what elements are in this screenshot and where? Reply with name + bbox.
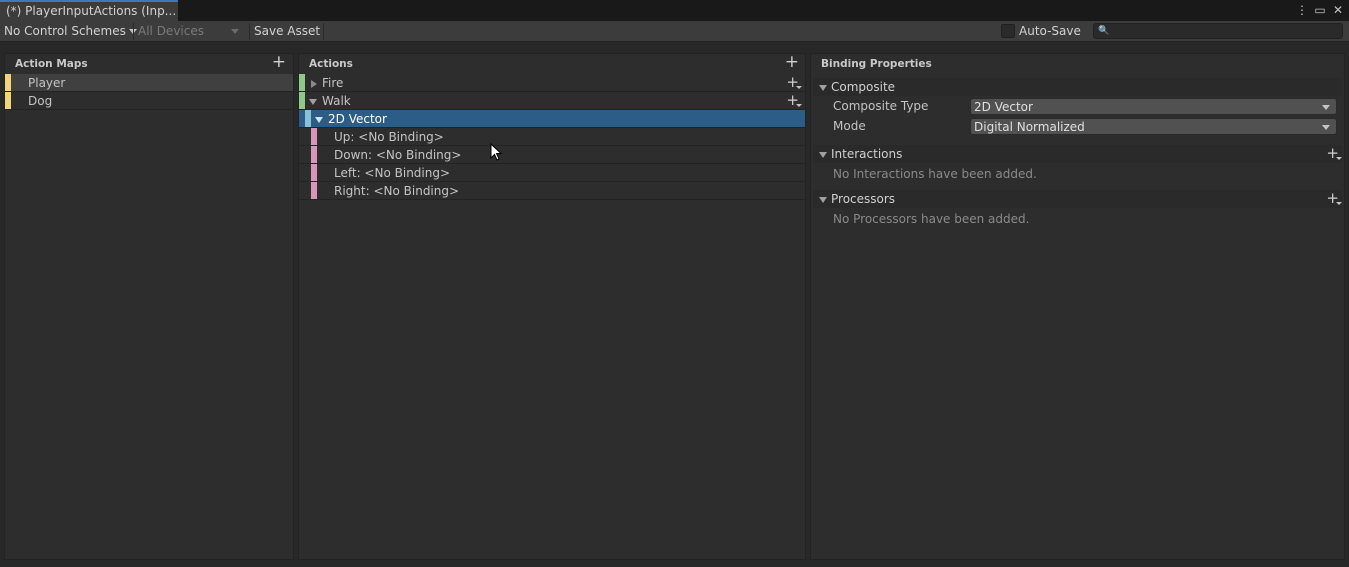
add-processor-icon[interactable]: + xyxy=(1326,191,1342,206)
binding-label: Down: <No Binding> xyxy=(334,148,462,162)
collapse-arrow-icon[interactable] xyxy=(819,196,827,203)
binding-item-down[interactable]: Down: <No Binding> xyxy=(299,146,805,164)
processors-empty-message: No Processors have been added. xyxy=(833,212,1030,226)
chevron-down-icon xyxy=(231,29,239,34)
toolbar-divider xyxy=(133,23,134,40)
binding-properties-title: Binding Properties xyxy=(821,58,932,70)
actions-panel: Actions + Fire + Walk + 2D Vector Up: <N… xyxy=(298,53,806,560)
add-interaction-icon[interactable]: + xyxy=(1326,146,1342,161)
window-controls: ⋮ ▭ ✕ xyxy=(1295,2,1345,18)
action-color-bar xyxy=(299,92,305,109)
window-tab-bar: (*) PlayerInputActions (Inp... ⋮ ▭ ✕ xyxy=(0,0,1349,21)
add-action-icon[interactable]: + xyxy=(785,54,799,71)
toolbar-divider xyxy=(249,23,250,40)
binding-color-bar xyxy=(311,164,317,181)
toolbar-divider xyxy=(323,23,324,40)
search-input[interactable]: 🔍 xyxy=(1093,23,1343,39)
devices-dropdown[interactable]: All Devices xyxy=(138,22,242,41)
actions-title: Actions xyxy=(309,58,353,70)
save-asset-button[interactable]: Save Asset xyxy=(254,22,320,41)
composite-section-title: Composite xyxy=(831,80,896,94)
control-schemes-dropdown[interactable]: No Control Schemes xyxy=(4,22,137,41)
action-map-label: Player xyxy=(28,76,66,90)
toolbar: No Control Schemes All Devices Save Asse… xyxy=(0,21,1349,42)
close-icon[interactable]: ✕ xyxy=(1331,2,1345,18)
window-tab[interactable]: (*) PlayerInputActions (Inp... xyxy=(0,0,178,21)
kebab-menu-icon[interactable]: ⋮ xyxy=(1295,2,1309,18)
composite-type-value: 2D Vector xyxy=(974,100,1033,114)
collapse-arrow-icon[interactable] xyxy=(819,84,827,91)
action-color-bar xyxy=(299,74,305,91)
binding-properties-panel: Binding Properties Composite Composite T… xyxy=(810,53,1345,560)
processors-section-header[interactable]: Processors + xyxy=(813,190,1342,208)
control-schemes-label: No Control Schemes xyxy=(4,24,126,38)
collapse-arrow-icon[interactable] xyxy=(309,98,317,105)
binding-color-bar xyxy=(311,128,317,145)
action-map-item-player[interactable]: Player xyxy=(5,74,293,92)
add-binding-icon[interactable]: + xyxy=(786,75,802,90)
action-maps-title: Action Maps xyxy=(15,58,88,70)
action-map-color-bar xyxy=(5,92,11,109)
binding-item-right[interactable]: Right: <No Binding> xyxy=(299,182,805,200)
binding-label: Right: <No Binding> xyxy=(334,184,460,198)
binding-properties-header: Binding Properties xyxy=(811,54,1344,74)
binding-label: Up: <No Binding> xyxy=(334,130,444,144)
add-action-map-icon[interactable]: + xyxy=(272,54,286,71)
collapse-arrow-icon[interactable] xyxy=(315,116,323,123)
mode-row: Mode Digital Normalized xyxy=(813,116,1342,136)
composite-type-row: Composite Type 2D Vector xyxy=(813,96,1342,116)
composite-type-dropdown[interactable]: 2D Vector xyxy=(970,98,1337,115)
composite-color-bar xyxy=(305,110,311,127)
interactions-section-title: Interactions xyxy=(831,147,903,161)
maximize-icon[interactable]: ▭ xyxy=(1313,2,1327,18)
composite-label: 2D Vector xyxy=(328,112,387,126)
binding-item-left[interactable]: Left: <No Binding> xyxy=(299,164,805,182)
interactions-empty-message: No Interactions have been added. xyxy=(833,167,1037,181)
search-icon: 🔍 xyxy=(1098,26,1110,36)
binding-label: Left: <No Binding> xyxy=(334,166,451,180)
actions-header: Actions + xyxy=(299,54,805,74)
action-maps-header: Action Maps + xyxy=(5,54,293,74)
devices-label: All Devices xyxy=(138,24,204,38)
binding-item-up[interactable]: Up: <No Binding> xyxy=(299,128,805,146)
action-item-fire[interactable]: Fire + xyxy=(299,74,805,92)
mode-value: Digital Normalized xyxy=(974,120,1085,134)
action-map-label: Dog xyxy=(28,94,53,108)
action-map-color-bar xyxy=(5,74,11,91)
composite-binding-2d-vector[interactable]: 2D Vector xyxy=(299,110,805,128)
auto-save-checkbox[interactable] xyxy=(1001,24,1015,38)
mode-dropdown[interactable]: Digital Normalized xyxy=(970,118,1337,135)
chevron-down-icon xyxy=(1322,105,1330,110)
action-map-item-dog[interactable]: Dog xyxy=(5,92,293,110)
action-maps-panel: Action Maps + Player Dog xyxy=(4,53,294,560)
mouse-cursor-icon xyxy=(490,143,503,161)
mode-label: Mode xyxy=(833,119,866,133)
composite-type-label: Composite Type xyxy=(833,99,929,113)
binding-color-bar xyxy=(311,182,317,199)
processors-section-title: Processors xyxy=(831,192,896,206)
collapse-arrow-icon[interactable] xyxy=(819,151,827,158)
add-binding-icon[interactable]: + xyxy=(786,93,802,108)
action-label: Fire xyxy=(322,76,344,90)
interactions-section-header[interactable]: Interactions + xyxy=(813,145,1342,163)
expand-arrow-icon[interactable] xyxy=(311,79,317,88)
auto-save-label: Auto-Save xyxy=(1019,24,1081,38)
binding-color-bar xyxy=(311,146,317,163)
action-label: Walk xyxy=(322,94,351,108)
action-item-walk[interactable]: Walk + xyxy=(299,92,805,110)
chevron-down-icon xyxy=(1322,125,1330,130)
composite-section-header[interactable]: Composite xyxy=(813,78,1342,96)
